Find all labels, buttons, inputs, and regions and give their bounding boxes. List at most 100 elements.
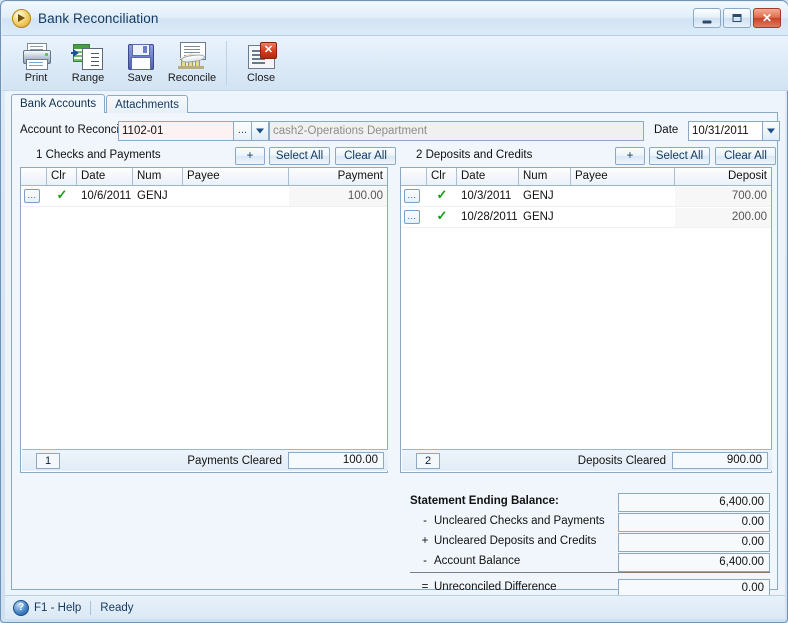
date-dropdown-button[interactable] — [763, 121, 780, 141]
right-clear-all-button[interactable]: Clear All — [715, 147, 776, 165]
column-header-date[interactable]: Date — [457, 168, 519, 185]
row-num-cell: GENJ — [523, 210, 554, 223]
statement-ending-balance-value[interactable]: 6,400.00 — [618, 493, 770, 512]
toolbar-print-label: Print — [24, 72, 48, 84]
status-state-text: Ready — [100, 601, 134, 614]
column-header-clr[interactable]: Clr — [427, 168, 457, 185]
right-add-button[interactable]: + — [615, 147, 645, 165]
window-controls: ✕ — [693, 8, 781, 28]
check-icon: ✓ — [56, 186, 68, 202]
tab-panel: Account to Reconcile 1102-01 ... cash2-O… — [11, 112, 780, 598]
column-header-rowbtn — [401, 168, 427, 185]
row-num-cell: GENJ — [523, 189, 554, 202]
toolbar-close-label: Close — [246, 72, 276, 84]
column-header-deposit[interactable]: Deposit — [675, 168, 771, 185]
left-select-all-button[interactable]: Select All — [269, 147, 330, 165]
row-detail-button[interactable]: ... — [404, 210, 420, 224]
column-header-payment[interactable]: Payment — [289, 168, 387, 185]
row-cleared-cell[interactable]: ✓ — [427, 208, 457, 227]
tab-bank-accounts[interactable]: Bank Accounts — [11, 94, 106, 113]
payments-cleared-label: Payments Cleared — [187, 454, 282, 467]
summary-row-uncleared-checks: - Uncleared Checks and Payments 0.00 — [402, 513, 772, 533]
row-cleared-cell[interactable]: ✓ — [427, 187, 457, 206]
toolbar-range-label: Range — [71, 72, 105, 84]
chevron-down-icon — [256, 128, 264, 134]
checks-and-payments-grid[interactable]: Clr Date Num Payee Payment ... ✓ 10/6/20… — [20, 167, 388, 473]
account-row: Account to Reconcile 1102-01 ... cash2-O… — [20, 121, 780, 141]
column-header-rowbtn — [21, 168, 47, 185]
deposits-cleared-value: 900.00 — [672, 452, 768, 469]
deposits-cleared-count: 2 — [416, 452, 440, 469]
tab-bar: Bank Accounts Attachments — [11, 94, 189, 113]
left-clear-all-button[interactable]: Clear All — [335, 147, 396, 165]
summary-row-account-balance: - Account Balance 6,400.00 — [402, 553, 772, 573]
date-input[interactable]: 10/31/2011 — [688, 121, 763, 141]
account-code-input[interactable]: 1102-01 — [118, 121, 234, 141]
summary-row-statement-ending-balance: Statement Ending Balance: 6,400.00 — [402, 493, 772, 513]
printer-icon — [20, 41, 52, 71]
tab-attachments[interactable]: Attachments — [106, 95, 188, 113]
left-add-button[interactable]: + — [235, 147, 265, 165]
deposits-grid-header: Clr Date Num Payee Deposit — [401, 168, 771, 186]
column-header-date[interactable]: Date — [77, 168, 133, 185]
close-button[interactable]: ✕ — [753, 8, 781, 28]
toolbar-save-button[interactable]: Save — [114, 39, 166, 89]
account-name-display: cash2-Operations Department — [269, 121, 644, 141]
table-row[interactable]: ... ✓ 10/3/2011 GENJ 700.00 — [401, 186, 771, 207]
payments-cleared-value: 100.00 — [288, 452, 384, 469]
close-icon: ✕ — [761, 11, 773, 25]
summary-operator: = — [421, 581, 429, 593]
payments-cleared-bar: 1 Payments Cleared 100.00 — [22, 449, 388, 471]
account-lookup-button[interactable]: ... — [234, 121, 252, 141]
summary-label: Unreconciled Difference — [434, 581, 557, 593]
play-circle-icon — [12, 9, 31, 28]
range-grid-icon — [71, 41, 104, 71]
floppy-disk-icon — [124, 41, 156, 71]
right-section-title: 2 Deposits and Credits — [416, 149, 533, 161]
toolbar-print-button[interactable]: Print — [10, 39, 62, 89]
row-detail-button[interactable]: ... — [404, 189, 420, 203]
column-header-clr[interactable]: Clr — [47, 168, 77, 185]
chevron-down-icon — [767, 128, 775, 134]
row-deposit-cell: 700.00 — [675, 186, 771, 206]
account-dropdown-button[interactable] — [252, 121, 269, 141]
account-balance-value: 6,400.00 — [618, 553, 770, 572]
application-window: Bank Reconciliation ✕ Print Range Save R… — [0, 0, 788, 623]
maximize-button[interactable] — [723, 8, 751, 28]
row-date-cell: 10/28/2011 — [461, 210, 518, 223]
toolbar-reconcile-button[interactable]: Reconcile — [166, 39, 218, 89]
status-help-text[interactable]: F1 - Help — [34, 602, 81, 614]
date-label: Date — [654, 124, 679, 136]
row-num-cell: GENJ — [137, 189, 168, 202]
row-deposit-cell: 200.00 — [675, 207, 771, 227]
question-mark-icon: ? — [13, 599, 29, 616]
column-header-num[interactable]: Num — [133, 168, 183, 185]
right-select-all-button[interactable]: Select All — [649, 147, 710, 165]
toolbar-range-button[interactable]: Range — [62, 39, 114, 89]
summary-operator: + — [421, 535, 429, 547]
row-menu-cell: ... — [21, 189, 47, 203]
row-menu-cell: ... — [401, 210, 427, 224]
toolbar-close-button[interactable]: ✕ Close — [235, 39, 287, 89]
minimize-button[interactable] — [693, 8, 721, 28]
bank-icon — [176, 41, 208, 71]
column-header-num[interactable]: Num — [519, 168, 571, 185]
row-date-cell: 10/3/2011 — [461, 189, 512, 202]
row-payment-cell: 100.00 — [289, 186, 387, 206]
toolbar-separator — [226, 41, 227, 85]
check-icon: ✓ — [436, 207, 448, 223]
row-detail-button[interactable]: ... — [24, 189, 40, 203]
row-cleared-cell[interactable]: ✓ — [47, 187, 77, 206]
summary-operator: - — [423, 515, 427, 527]
summary-divider — [410, 572, 770, 573]
toolbar-save-label: Save — [127, 72, 153, 84]
deposits-and-credits-grid[interactable]: Clr Date Num Payee Deposit ... ✓ 10/3/20… — [400, 167, 772, 473]
right-section-header: 2 Deposits and Credits + Select All Clea… — [400, 147, 776, 165]
table-row[interactable]: ... ✓ 10/28/2011 GENJ 200.00 — [401, 207, 771, 228]
column-header-payee[interactable]: Payee — [183, 168, 289, 185]
uncleared-checks-value: 0.00 — [618, 513, 770, 532]
row-menu-cell: ... — [401, 189, 427, 203]
table-row[interactable]: ... ✓ 10/6/2011 GENJ 100.00 — [21, 186, 387, 207]
checks-grid-header: Clr Date Num Payee Payment — [21, 168, 387, 186]
column-header-payee[interactable]: Payee — [571, 168, 675, 185]
